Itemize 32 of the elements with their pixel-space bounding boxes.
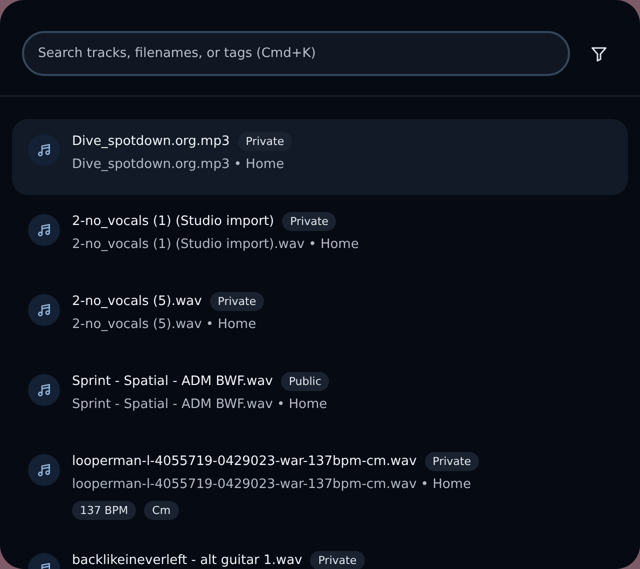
visibility-badge: Private	[424, 452, 479, 470]
music-note-icon	[28, 374, 60, 406]
track-subtitle: 2-no_vocals (1) (Studio import).wav • Home	[72, 236, 359, 254]
track-title: 2-no_vocals (1) (Studio import)	[72, 214, 274, 228]
visibility-badge: Private	[310, 550, 365, 569]
track-row[interactable]: backlikeineverleft - alt guitar 1.wav Private	[12, 538, 628, 569]
track-title: backlikeineverleft - alt guitar 1.wav	[72, 552, 302, 568]
track-subtitle: Dive_spotdown.org.mp3 • Home	[72, 156, 286, 174]
track-row[interactable]: Dive_spotdown.org.mp3 Private Dive_spotdown.org.mp3 • Home	[12, 119, 628, 195]
visibility-badge: Private	[238, 132, 292, 150]
search-field[interactable]: Search tracks, filenames, or tags (Cmd+K)	[22, 31, 570, 76]
visibility-badge: Public	[280, 372, 330, 390]
track-title: looperman-l-4055719-0429023-war-137bpm-cm.wav	[72, 454, 417, 468]
track-subtitle: 2-no_vocals (5).wav • Home	[72, 316, 258, 334]
track-subtitle: Sprint - Spatial - ADM BWF.wav • Home	[72, 396, 328, 414]
music-note-icon	[28, 214, 60, 246]
track-row[interactable]: looperman-l-4055719-0429023-war-137bpm-cm.wav Private looperman-l-4055719-0429023-war-137bpm-cm.wav • Home 137 BPM Cm	[12, 439, 628, 534]
track-tag: 137 BPM	[72, 501, 136, 520]
track-row[interactable]: 2-no_vocals (5).wav Private 2-no_vocals (5).wav • Home	[12, 279, 628, 355]
music-note-icon	[28, 454, 60, 486]
track-title: 2-no_vocals (5).wav	[72, 294, 202, 308]
track-title: Dive_spotdown.org.mp3	[72, 134, 230, 148]
track-title: Sprint - Spatial - ADM BWF.wav	[72, 374, 273, 388]
music-note-icon	[28, 294, 60, 326]
filter-icon[interactable]	[590, 44, 608, 62]
visibility-badge: Private	[210, 292, 264, 310]
track-subtitle: looperman-l-4055719-0429023-war-137bpm-cm.wav • Home	[72, 476, 472, 494]
track-row[interactable]: Sprint - Spatial - ADM BWF.wav Public Sprint - Spatial - ADM BWF.wav • Home	[12, 359, 628, 435]
visibility-badge: Private	[282, 212, 336, 230]
track-row[interactable]: 2-no_vocals (1) (Studio import) Private 2-no_vocals (1) (Studio import).wav • Home	[12, 199, 628, 275]
music-note-icon	[28, 134, 60, 166]
track-tag: Cm	[144, 501, 179, 520]
